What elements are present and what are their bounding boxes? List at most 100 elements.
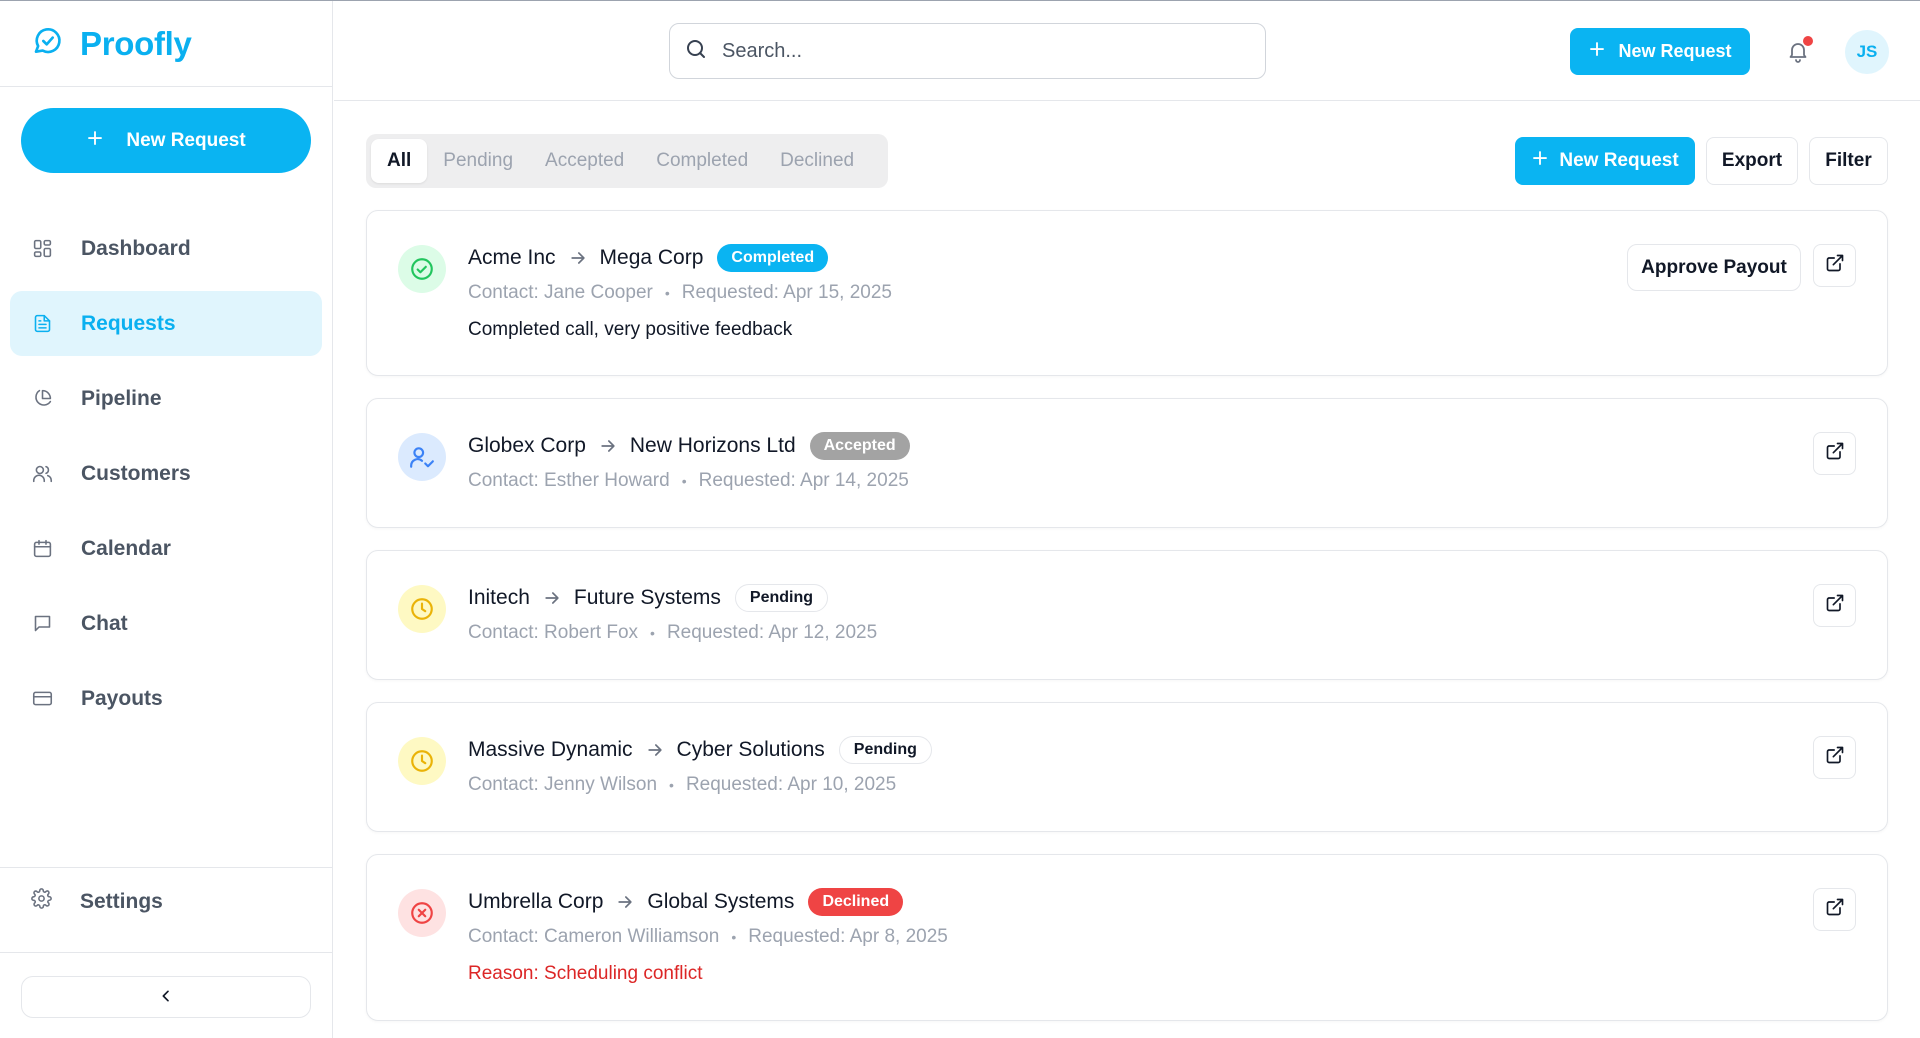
- notification-dot: [1803, 36, 1813, 46]
- app-window: Proofly New Request Dashboard Requests P…: [0, 0, 1920, 1038]
- request-card[interactable]: Massive Dynamic Cyber Solutions Pending …: [366, 702, 1888, 832]
- sidebar-item-label: Customers: [81, 461, 191, 485]
- request-contact: Contact: Robert Fox: [468, 622, 639, 643]
- sidebar-item-label: Chat: [81, 611, 128, 635]
- search-box[interactable]: [669, 23, 1266, 79]
- external-link-icon: [1825, 253, 1845, 278]
- request-card[interactable]: Globex Corp New Horizons Ltd Accepted Co…: [366, 398, 1888, 528]
- request-meta: Contact: Jane Cooper • Requested: Apr 15…: [468, 282, 892, 304]
- request-card[interactable]: Acme Inc Mega Corp Completed Contact: Ja…: [366, 210, 1888, 376]
- toolbar-new-request-label: New Request: [1559, 150, 1679, 171]
- sidebar-item-label: Pipeline: [81, 386, 162, 410]
- sidebar-item-dashboard[interactable]: Dashboard: [10, 216, 322, 281]
- approve-payout-button[interactable]: Approve Payout: [1627, 244, 1801, 291]
- sidebar: Proofly New Request Dashboard Requests P…: [0, 1, 333, 1038]
- tab-accepted[interactable]: Accepted: [529, 139, 640, 183]
- request-title: Umbrella Corp Global Systems Declined: [468, 888, 904, 916]
- request-meta: Contact: Cameron Williamson • Requested:…: [468, 926, 948, 948]
- request-contact: Contact: Esther Howard: [468, 470, 670, 491]
- brand-name: Proofly: [80, 24, 192, 62]
- separator-dot: •: [731, 929, 737, 945]
- tab-all[interactable]: All: [371, 139, 428, 183]
- sidebar-new-request-button[interactable]: New Request: [21, 108, 311, 173]
- sidebar-item-customers[interactable]: Customers: [10, 441, 322, 506]
- search-input[interactable]: [722, 39, 1242, 63]
- topbar-new-request-button[interactable]: New Request: [1570, 28, 1750, 75]
- status-badge: Accepted: [809, 432, 910, 460]
- open-request-button[interactable]: [1813, 888, 1856, 931]
- request-to: Future Systems: [573, 586, 721, 609]
- status-badge: Declined: [808, 888, 904, 916]
- status-badge: Pending: [838, 736, 932, 764]
- status-tabs: All Pending Accepted Completed Declined: [366, 134, 888, 188]
- plus-icon: [86, 129, 104, 153]
- request-card[interactable]: Umbrella Corp Global Systems Declined Co…: [366, 854, 1888, 1021]
- x-circle-icon: [398, 889, 446, 937]
- tab-completed[interactable]: Completed: [640, 139, 764, 183]
- file-text-icon: [31, 313, 53, 335]
- sidebar-item-settings[interactable]: Settings: [31, 888, 163, 915]
- separator-dot: •: [664, 285, 670, 301]
- status-badge: Pending: [734, 584, 829, 612]
- decline-reason: Reason: Scheduling conflict: [468, 963, 703, 984]
- avatar[interactable]: JS: [1845, 30, 1889, 74]
- export-button[interactable]: Export: [1706, 137, 1798, 185]
- request-from: Globex Corp: [468, 434, 586, 457]
- sidebar-item-requests[interactable]: Requests: [10, 291, 322, 356]
- pie-chart-icon: [31, 388, 53, 410]
- status-badge: Completed: [717, 244, 829, 272]
- arrow-right-icon: [542, 588, 562, 608]
- check-circle-icon: [398, 245, 446, 293]
- sidebar-item-label: Payouts: [81, 686, 163, 710]
- sidebar-item-label: Calendar: [81, 536, 171, 560]
- arrow-right-icon: [615, 892, 635, 912]
- external-link-icon: [1825, 593, 1845, 618]
- request-meta: Contact: Robert Fox • Requested: Apr 12,…: [468, 622, 877, 644]
- external-link-icon: [1825, 897, 1845, 922]
- sidebar-item-label: Dashboard: [81, 236, 191, 260]
- topbar-new-request-label: New Request: [1618, 41, 1732, 61]
- sidebar-item-calendar[interactable]: Calendar: [10, 516, 322, 581]
- dashboard-icon: [31, 238, 53, 260]
- arrow-right-icon: [645, 740, 665, 760]
- request-to: New Horizons Ltd: [629, 434, 796, 457]
- brand[interactable]: Proofly: [0, 1, 332, 87]
- request-from: Initech: [468, 586, 530, 609]
- topbar: New Request JS: [334, 1, 1920, 101]
- sidebar-item-payouts[interactable]: Payouts: [10, 666, 322, 731]
- open-request-button[interactable]: [1813, 584, 1856, 627]
- request-to: Global Systems: [647, 890, 795, 913]
- open-request-button[interactable]: [1813, 432, 1856, 475]
- sidebar-item-pipeline[interactable]: Pipeline: [10, 366, 322, 431]
- notifications-button[interactable]: [1786, 36, 1813, 65]
- request-meta: Contact: Jenny Wilson • Requested: Apr 1…: [468, 774, 896, 796]
- request-card[interactable]: Initech Future Systems Pending Contact: …: [366, 550, 1888, 680]
- request-meta: Contact: Esther Howard • Requested: Apr …: [468, 470, 909, 492]
- request-from: Umbrella Corp: [468, 890, 604, 913]
- plus-icon: [1531, 149, 1549, 173]
- sidebar-nav: Dashboard Requests Pipeline Customers Ca…: [10, 216, 322, 741]
- request-contact: Contact: Cameron Williamson: [468, 926, 720, 947]
- request-date: Requested: Apr 14, 2025: [698, 470, 909, 491]
- tab-pending[interactable]: Pending: [427, 139, 529, 183]
- chat-logo-icon: [32, 25, 64, 62]
- request-date: Requested: Apr 15, 2025: [681, 282, 892, 303]
- request-title: Globex Corp New Horizons Ltd Accepted: [468, 432, 910, 460]
- open-request-button[interactable]: [1813, 736, 1856, 779]
- sidebar-item-chat[interactable]: Chat: [10, 591, 322, 656]
- separator-dot: •: [650, 625, 655, 641]
- separator-dot: •: [669, 777, 674, 793]
- clock-icon: [398, 737, 446, 785]
- sidebar-item-label: Requests: [81, 311, 176, 335]
- filter-button[interactable]: Filter: [1809, 137, 1888, 185]
- users-icon: [31, 463, 53, 485]
- request-title: Acme Inc Mega Corp Completed: [468, 244, 829, 272]
- sidebar-collapse-button[interactable]: [21, 976, 311, 1018]
- request-contact: Contact: Jenny Wilson: [468, 774, 658, 795]
- user-check-icon: [398, 433, 446, 481]
- tab-declined[interactable]: Declined: [764, 139, 870, 183]
- open-request-button[interactable]: [1813, 244, 1856, 287]
- request-to: Mega Corp: [599, 246, 704, 269]
- toolbar-new-request-button[interactable]: New Request: [1515, 137, 1695, 185]
- request-to: Cyber Solutions: [676, 738, 825, 761]
